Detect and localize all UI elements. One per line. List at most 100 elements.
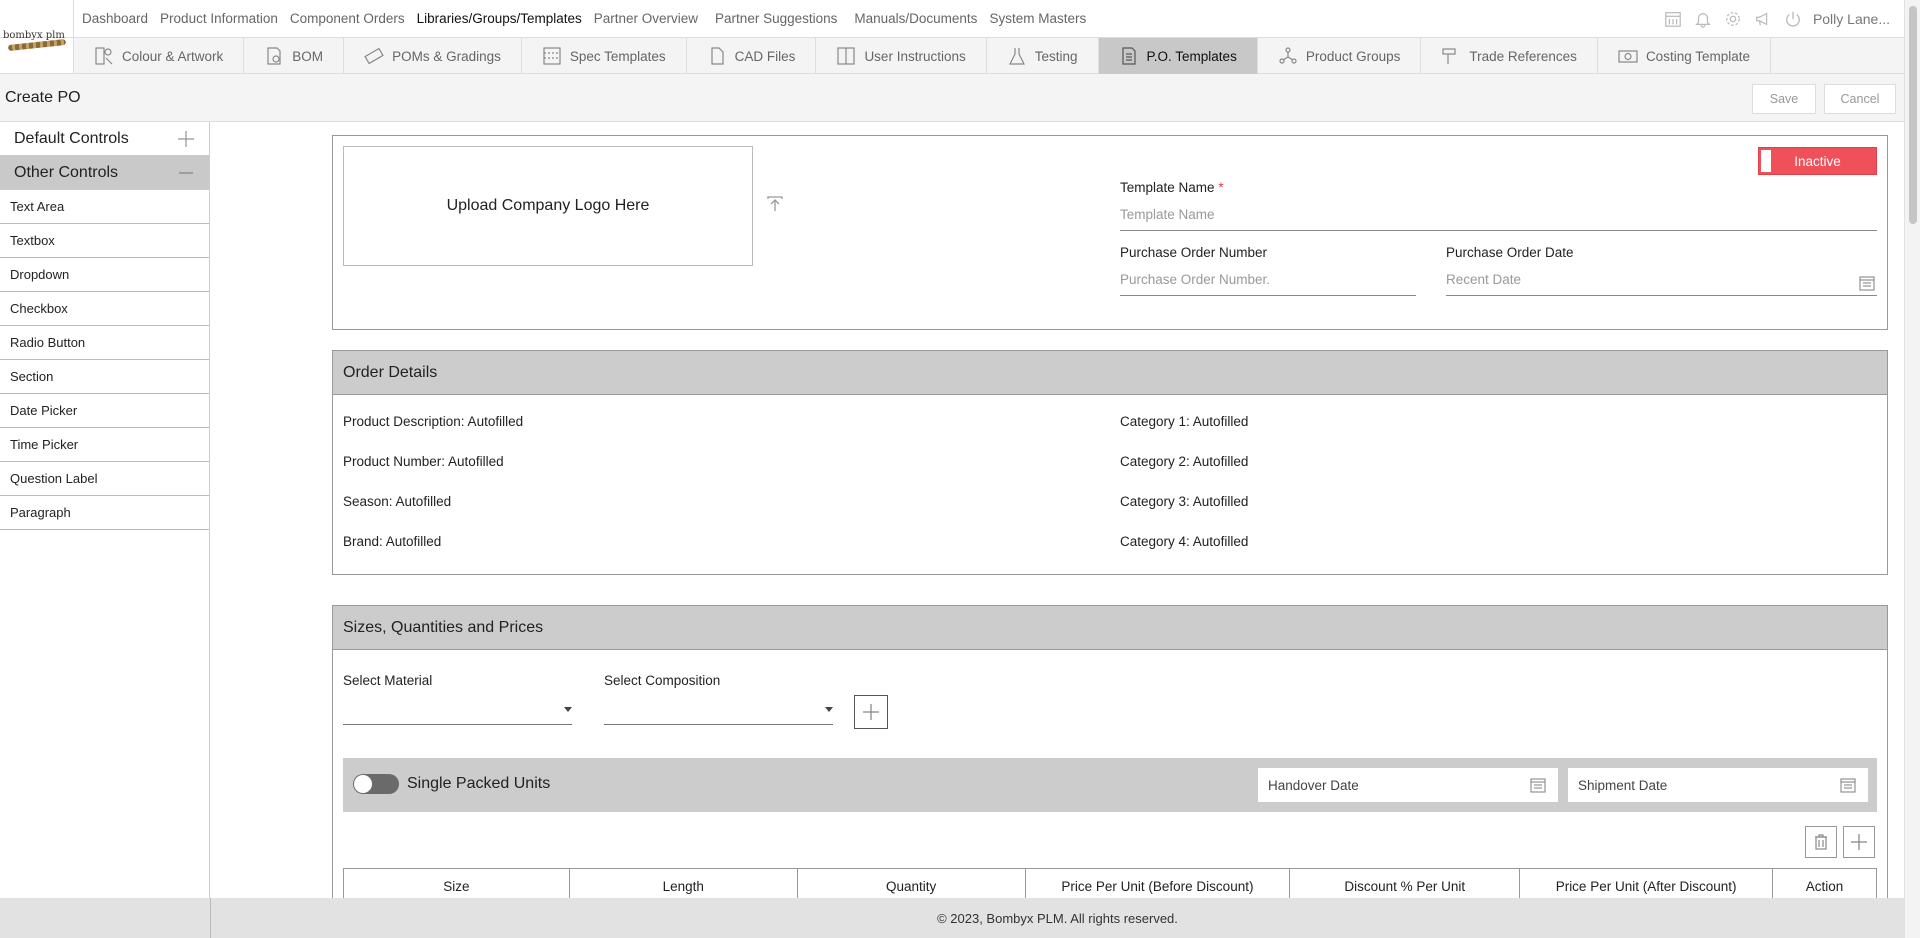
category-4-field: Category 4: Autofilled [1120,534,1249,549]
order-details-card: Order Details Product Description: Autof… [332,350,1888,575]
select-composition-label: Select Composition [604,673,721,688]
control-text-area[interactable]: Text Area [0,190,209,224]
column-discount-percent: Discount % Per Unit [1289,868,1521,898]
column-size: Size [343,868,570,898]
required-mark: * [1218,180,1224,195]
template-header-card: Upload Company Logo Here Inactive Templa… [332,135,1888,330]
plus-icon[interactable] [177,130,195,148]
shipment-date-placeholder: Shipment Date [1578,777,1668,793]
select-composition-dropdown[interactable] [604,697,833,725]
upload-logo-area[interactable]: Upload Company Logo Here [343,146,753,266]
handover-date-input[interactable]: Handover Date [1258,768,1558,802]
column-action: Action [1772,868,1877,898]
control-time-picker[interactable]: Time Picker [0,428,209,462]
trash-icon [1815,834,1827,850]
po-number-input[interactable]: Purchase Order Number. [1120,272,1416,296]
other-controls-header[interactable]: Other Controls [0,156,209,190]
tab-spec-templates[interactable]: Spec Templates [522,38,687,74]
tab-testing[interactable]: Testing [987,38,1099,74]
tab-user-instructions[interactable]: User Instructions [816,38,987,74]
tab-label: Trade References [1469,48,1577,64]
other-controls-label: Other Controls [14,163,119,181]
flask-icon [1008,48,1025,65]
megaphone-icon[interactable] [1753,9,1773,29]
tab-colour-artwork[interactable]: Colour & Artwork [74,38,245,74]
calendar-icon[interactable] [1663,9,1683,29]
template-name-label: Template Name * [1120,180,1224,195]
tab-costing-template[interactable]: Costing Template [1598,38,1771,74]
plus-icon [1851,834,1867,850]
control-question-label[interactable]: Question Label [0,462,209,496]
nav-component-orders[interactable]: Component Orders [290,11,405,26]
nav-partner-suggestions[interactable]: Partner Suggestions [715,11,837,26]
document-icon [267,47,281,65]
save-button[interactable]: Save [1752,84,1816,114]
control-dropdown[interactable]: Dropdown [0,258,209,292]
nav-manuals-documents[interactable]: Manuals/Documents [854,11,977,26]
control-date-picker[interactable]: Date Picker [0,394,209,428]
scrollbar-thumb[interactable] [1909,6,1917,224]
product-description-field: Product Description: Autofilled [343,414,524,429]
single-packed-units-toggle[interactable] [353,774,399,794]
vertical-scrollbar[interactable] [1904,0,1920,938]
bell-icon[interactable] [1693,9,1713,29]
add-material-button[interactable] [854,695,888,729]
nav-dashboard[interactable]: Dashboard [82,11,148,26]
power-icon[interactable] [1783,9,1803,29]
tab-poms-gradings[interactable]: POMs & Gradings [344,38,522,74]
cancel-button[interactable]: Cancel [1824,84,1896,114]
nav-libraries-groups-templates[interactable]: Libraries/Groups/Templates [417,11,582,26]
control-paragraph[interactable]: Paragraph [0,496,209,530]
minus-icon[interactable] [177,164,195,182]
tab-label: Spec Templates [569,48,666,64]
tab-product-groups[interactable]: Product Groups [1258,38,1422,74]
network-icon [1279,47,1297,64]
calendar-icon[interactable] [1530,777,1546,793]
status-toggle-inactive[interactable]: Inactive [1758,147,1877,175]
brand-field: Brand: Autofilled [343,534,442,549]
footer: © 2023, Bombyx PLM. All rights reserved. [0,898,1904,938]
add-row-button[interactable] [1843,826,1875,858]
select-material-dropdown[interactable] [343,697,572,725]
sizes-quantities-prices-card: Sizes, Quantities and Prices Select Mate… [332,605,1888,898]
template-name-input[interactable]: Template Name [1120,207,1877,231]
tab-label: User Instructions [864,48,966,64]
nav-system-masters[interactable]: System Masters [989,11,1086,26]
nav-product-information[interactable]: Product Information [160,11,278,26]
tab-bom[interactable]: BOM [244,38,345,74]
template-canvas: Upload Company Logo Here Inactive Templa… [211,122,1904,898]
shipment-date-input[interactable]: Shipment Date [1568,768,1868,802]
tab-label: Colour & Artwork [122,48,224,64]
main-menu: Dashboard Product Information Component … [82,11,1098,26]
nav-partner-overview[interactable]: Partner Overview [594,11,698,26]
plus-icon [863,704,879,720]
default-controls-header[interactable]: Default Controls [0,122,209,156]
control-radio-button[interactable]: Radio Button [0,326,209,360]
order-details-header: Order Details [333,351,1887,395]
tab-label: POMs & Gradings [392,48,501,64]
ruler-icon [364,47,384,65]
page-header: Create PO Save Cancel [0,74,1904,122]
top-right-tools: Polly Lane... [1663,9,1890,29]
control-checkbox[interactable]: Checkbox [0,292,209,326]
tab-po-templates[interactable]: P.O. Templates [1098,38,1258,74]
calendar-icon[interactable] [1859,275,1875,291]
brand-logo[interactable]: bombyx plm [0,0,74,74]
control-section[interactable]: Section [0,360,209,394]
delete-row-button[interactable] [1805,826,1837,858]
upload-icon[interactable] [765,194,785,214]
gear-icon[interactable] [1723,9,1743,29]
chevron-down-icon [825,707,833,712]
tab-cad-files[interactable]: CAD Files [687,38,817,74]
money-icon [1618,50,1638,63]
calendar-icon[interactable] [1840,777,1856,793]
column-quantity: Quantity [796,868,1026,898]
user-name[interactable]: Polly Lane... [1813,11,1890,27]
sizes-table: Size Length Quantity Price Per Unit (Bef… [343,868,1877,898]
po-date-input[interactable]: Recent Date [1446,272,1877,296]
control-textbox[interactable]: Textbox [0,224,209,258]
tab-trade-references[interactable]: Trade References [1421,38,1598,74]
product-number-field: Product Number: Autofilled [343,454,504,469]
copyright-text: © 2023, Bombyx PLM. All rights reserved. [210,898,1904,938]
select-material-label: Select Material [343,673,433,688]
